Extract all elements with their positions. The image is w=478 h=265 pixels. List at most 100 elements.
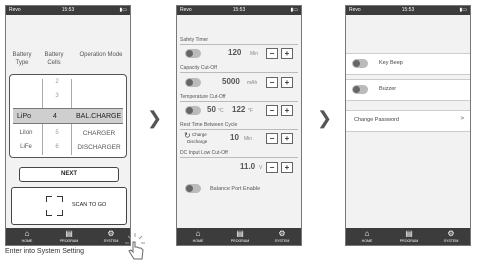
home-icon: ⌂ bbox=[24, 229, 30, 238]
type-option[interactable]: LiFe bbox=[12, 144, 40, 150]
change-password-label: Change Password bbox=[354, 117, 399, 123]
clock: 15:53 bbox=[61, 7, 75, 13]
cells-option[interactable]: 6 bbox=[43, 144, 71, 150]
balance-port-row: Balance Port Enable bbox=[180, 182, 300, 196]
buzzer-toggle[interactable] bbox=[352, 85, 368, 94]
safety-timer-row: 120 Min − + bbox=[180, 47, 300, 61]
scan-frame-icon bbox=[46, 196, 63, 216]
cycle-arrow-icon: ↻ bbox=[184, 131, 191, 140]
change-password-row[interactable]: Change Password > bbox=[346, 110, 470, 132]
status-bar: Revo 15:53 ▮▭ bbox=[177, 6, 301, 15]
nav-home-label: HOME bbox=[192, 239, 204, 243]
home-icon: ⌂ bbox=[364, 229, 370, 238]
temperature-f-value: 122 bbox=[232, 105, 246, 114]
cells-option[interactable]: 5 bbox=[43, 130, 71, 136]
nav-system-label: SYSTEM bbox=[443, 239, 459, 243]
capacity-cutoff-unit: mAh bbox=[247, 80, 258, 86]
plus-button[interactable]: + bbox=[281, 77, 293, 88]
nav-system-label: SYSTEM bbox=[274, 239, 290, 243]
cells-option[interactable]: 3 bbox=[43, 93, 71, 99]
minus-button[interactable]: − bbox=[266, 48, 278, 59]
rest-time-value: 10 bbox=[230, 133, 239, 142]
gear-icon: ⚙ bbox=[447, 229, 455, 238]
buzzer-label: Buzzer bbox=[379, 86, 397, 92]
capacity-cutoff-label: Capacity Cut-Off bbox=[180, 64, 298, 73]
balance-port-toggle[interactable] bbox=[185, 184, 201, 193]
nav-program[interactable]: ▤ PROGRAM bbox=[388, 229, 430, 243]
temperature-c-value: 50 bbox=[207, 105, 216, 114]
nav-home[interactable]: ⌂ HOME bbox=[6, 229, 48, 243]
plus-button[interactable]: + bbox=[281, 105, 293, 116]
nav-system[interactable]: ⚙ SYSTEM bbox=[261, 229, 301, 243]
program-settings-screen: Revo 15:53 ▮▭ Safety Timer 120 Min − + C… bbox=[176, 5, 302, 246]
balance-port-label: Balance Port Enable bbox=[210, 186, 261, 192]
charge-discharge-toggle[interactable]: ↻ Charge Discharge bbox=[184, 132, 214, 146]
chevron-right-icon: ❯ bbox=[317, 108, 333, 128]
nav-program[interactable]: ▤ PROGRAM bbox=[48, 229, 90, 243]
minus-button[interactable]: − bbox=[266, 162, 278, 173]
program-icon: ▤ bbox=[65, 229, 73, 238]
safety-timer-value: 120 bbox=[228, 48, 242, 57]
gear-icon: ⚙ bbox=[278, 229, 286, 238]
type-option[interactable]: LiIon bbox=[12, 130, 40, 136]
capacity-cutoff-row: 5000 mAh − + bbox=[180, 76, 300, 90]
bottom-nav: ⌂ HOME ▤ PROGRAM ⚙ SYSTEM bbox=[177, 228, 301, 245]
capacity-cutoff-value: 5000 bbox=[222, 77, 240, 86]
dc-input-unit: V bbox=[259, 165, 263, 171]
temperature-c-unit: °C bbox=[218, 108, 224, 114]
temperature-cutoff-label: Temperature Cut-Off bbox=[180, 93, 298, 102]
capacity-cutoff-toggle[interactable] bbox=[185, 78, 201, 87]
minus-button[interactable]: − bbox=[266, 77, 278, 88]
nav-home-label: HOME bbox=[21, 239, 33, 243]
plus-button[interactable]: + bbox=[281, 133, 293, 144]
plus-button[interactable]: + bbox=[281, 162, 293, 173]
temperature-f-unit: °F bbox=[248, 108, 254, 114]
minus-button[interactable]: − bbox=[266, 133, 278, 144]
nav-system[interactable]: ⚙ SYSTEM bbox=[430, 229, 470, 243]
header-battery-type: Battery Type bbox=[12, 52, 32, 66]
chevron-right-icon: ❯ bbox=[147, 108, 163, 128]
safety-timer-toggle[interactable] bbox=[185, 49, 201, 58]
plus-button[interactable]: + bbox=[281, 48, 293, 59]
charge-label: Charge bbox=[192, 132, 207, 137]
nav-home-label: HOME bbox=[361, 239, 373, 243]
nav-program[interactable]: ▤ PROGRAM bbox=[219, 229, 261, 243]
clock: 15:53 bbox=[401, 7, 415, 13]
nav-home[interactable]: ⌂ HOME bbox=[346, 229, 388, 243]
battery-setup-screen: Revo 15:53 ▮▭ Battery Type Battery Cells… bbox=[5, 5, 131, 246]
bottom-nav: ⌂ HOME ▤ PROGRAM ⚙ SYSTEM bbox=[6, 228, 130, 245]
mode-option[interactable]: CHARGER bbox=[72, 130, 126, 137]
scan-to-go-button[interactable]: SCAN TO GO bbox=[11, 187, 127, 225]
battery-icon: ▮▭ bbox=[290, 7, 298, 13]
mode-option[interactable]: DISCHARGER bbox=[72, 144, 126, 151]
dc-input-label: DC Input Low Cut-Off bbox=[180, 149, 298, 158]
cells-option[interactable]: 2 bbox=[43, 79, 71, 85]
key-beep-toggle[interactable] bbox=[352, 59, 368, 68]
selected-cells: 4 bbox=[53, 113, 57, 120]
status-bar: Revo 15:53 ▮▭ bbox=[346, 6, 470, 15]
battery-picker[interactable]: 2 3 LiPo 4 BAL.CHARGE LiIon LiFe 5 6 CHA… bbox=[9, 74, 127, 158]
selected-type: LiPo bbox=[17, 113, 32, 120]
selected-mode: BAL.CHARGE bbox=[76, 113, 122, 120]
system-settings-screen: Revo 15:53 ▮▭ Key Beep Buzzer Change Pas… bbox=[345, 5, 471, 246]
safety-timer-unit: Min bbox=[250, 51, 259, 57]
nav-system-label: SYSTEM bbox=[103, 239, 119, 243]
minus-button[interactable]: − bbox=[266, 105, 278, 116]
next-button[interactable]: NEXT bbox=[19, 167, 119, 182]
caption: Enter into System Setting bbox=[5, 248, 84, 255]
temperature-cutoff-row: 50 °C 122 °F − + bbox=[180, 104, 300, 118]
header-operation-mode: Operation Mode bbox=[79, 52, 123, 58]
key-beep-row: Key Beep bbox=[346, 53, 470, 75]
tap-hand-icon bbox=[125, 233, 145, 260]
nav-program-label: PROGRAM bbox=[230, 239, 250, 243]
scan-label: SCAN TO GO bbox=[72, 202, 107, 208]
bottom-nav: ⌂ HOME ▤ PROGRAM ⚙ SYSTEM bbox=[346, 228, 470, 245]
discharge-label: Discharge bbox=[187, 139, 208, 144]
battery-icon: ▮▭ bbox=[119, 7, 127, 13]
rest-time-unit: Min bbox=[244, 136, 253, 142]
dc-input-row: 11.0 V − + bbox=[180, 161, 300, 175]
selected-row[interactable]: LiPo 4 BAL.CHARGE bbox=[13, 108, 123, 124]
nav-home[interactable]: ⌂ HOME bbox=[177, 229, 219, 243]
temperature-cutoff-toggle[interactable] bbox=[185, 106, 201, 115]
header-battery-cells: Battery Cells bbox=[44, 52, 64, 66]
